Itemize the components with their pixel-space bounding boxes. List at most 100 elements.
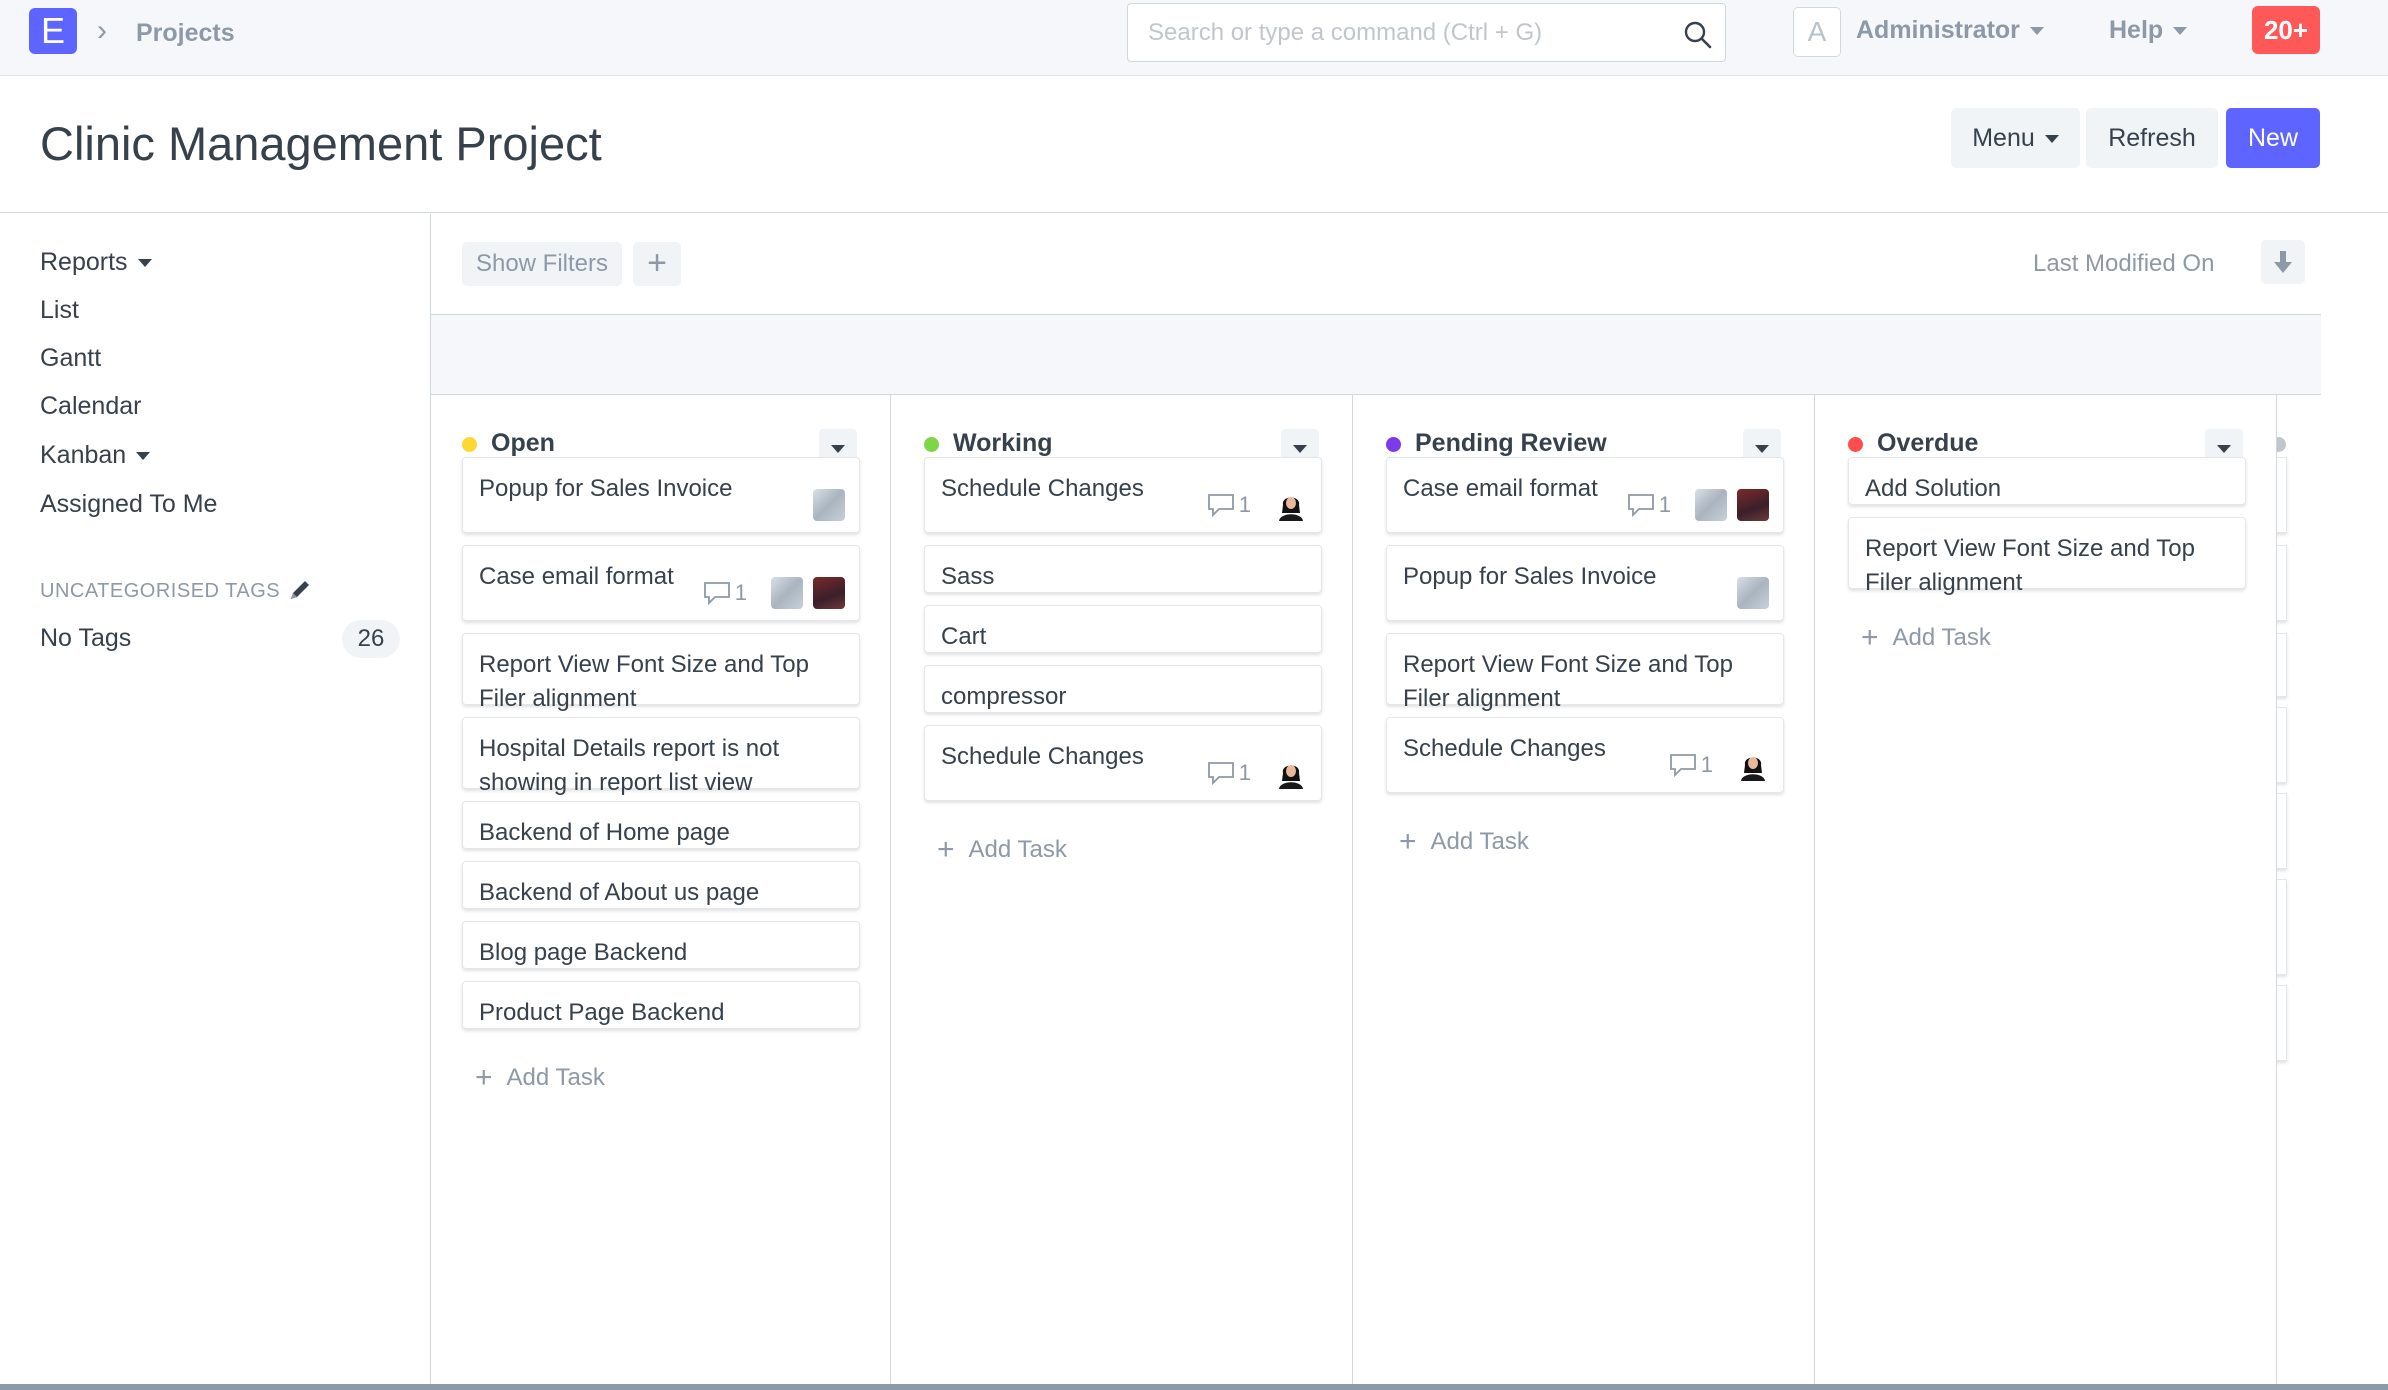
card-title: Cart [941, 623, 987, 650]
kanban-card[interactable]: Schedule Changes 1 [1386, 717, 1784, 793]
kanban-card[interactable]: Schedule Changes 1 [924, 457, 1322, 533]
sidebar-item-kanban[interactable]: Kanban [40, 441, 151, 470]
card-meta: 1 [1207, 756, 1307, 790]
main-content: Show Filters + Last Modified On Open Popu… [431, 214, 2321, 1390]
assignee-avatar[interactable] [813, 489, 845, 521]
filter-bar: Show Filters + Last Modified On [431, 214, 2321, 315]
kanban-card[interactable]: Blog page Backend [462, 921, 860, 969]
person-avatar[interactable] [1737, 749, 1769, 781]
column-title: Working [953, 429, 1053, 457]
menu-button[interactable]: Menu [1951, 108, 2080, 168]
new-button[interactable]: New [2226, 108, 2320, 168]
sort-by-selector[interactable]: Last Modified On [2033, 250, 2214, 278]
kanban-card[interactable]: Hospital Details report is not showing i… [462, 717, 860, 796]
column-color-dot [1386, 437, 1401, 452]
person-avatar[interactable] [1275, 489, 1307, 521]
search-icon[interactable] [1683, 20, 1713, 50]
add-task-button[interactable]: + Add Task [937, 833, 1067, 867]
sidebar-item-reports[interactable]: Reports [40, 248, 152, 277]
sidebar-item-gantt[interactable]: Gantt [40, 344, 101, 373]
person-avatar[interactable] [1275, 757, 1307, 789]
comment-count[interactable]: 1 [1669, 752, 1713, 778]
app-logo[interactable]: E [29, 8, 77, 54]
comment-count[interactable]: 1 [1627, 492, 1671, 518]
comment-count[interactable]: 1 [1207, 760, 1251, 786]
comment-icon [1627, 494, 1654, 517]
kanban-column-working: Working Schedule Changes 1 Sass Cart compress… [893, 395, 1353, 1390]
sidebar-item-label: Kanban [40, 441, 127, 469]
add-task-label: Add Task [1430, 828, 1529, 855]
kanban-card[interactable]: Backend of About us page [462, 861, 860, 909]
kanban-board: Open Popup for Sales Invoice Case email fo… [431, 395, 2321, 1390]
comment-count-value: 1 [1658, 492, 1671, 517]
assignee-avatar[interactable] [1737, 489, 1769, 521]
card-meta [1737, 576, 1769, 610]
kanban-card[interactable]: Product Page Backend [462, 981, 860, 1029]
column-color-dot [924, 437, 939, 452]
plus-icon: + [475, 1061, 493, 1094]
sidebar-item-label: Reports [40, 248, 128, 276]
kanban-card[interactable]: Backend of Home page [462, 801, 860, 849]
column-title: Open [491, 429, 555, 457]
search-box [1127, 3, 1726, 62]
card-title: Popup for Sales Invoice [479, 475, 733, 502]
caret-down-icon [2029, 27, 2044, 36]
card-title: Report View Font Size and Top Filer alig… [479, 651, 809, 712]
kanban-card[interactable]: Cart [924, 605, 1322, 653]
chevron-right-icon: › [97, 14, 107, 47]
breadcrumb-projects[interactable]: Projects [136, 19, 235, 48]
comment-count-value: 1 [734, 580, 747, 605]
kanban-card[interactable]: compressor [924, 665, 1322, 713]
sidebar-item-assigned-to-me[interactable]: Assigned To Me [40, 490, 217, 519]
kanban-card[interactable]: Report View Font Size and Top Filer alig… [1848, 517, 2246, 596]
add-task-label: Add Task [506, 1064, 605, 1091]
assignee-avatar[interactable] [1695, 489, 1727, 521]
user-menu-dropdown[interactable]: Administrator [1856, 16, 2044, 45]
add-task-button[interactable]: + Add Task [1399, 825, 1529, 859]
card-meta: 1 [703, 576, 845, 610]
kanban-card[interactable]: Report View Font Size and Top Filer alig… [462, 633, 860, 712]
add-filter-button[interactable]: + [633, 242, 681, 286]
search-input[interactable] [1128, 4, 1668, 61]
comment-count[interactable]: 1 [1207, 492, 1251, 518]
help-menu-label: Help [2109, 16, 2164, 44]
comment-count-value: 1 [1700, 752, 1713, 777]
page-title: Clinic Management Project [40, 117, 602, 170]
window-bottom-edge [0, 1384, 2388, 1390]
kanban-column-open: Open Popup for Sales Invoice Case email fo… [431, 395, 891, 1390]
caret-down-icon [136, 452, 151, 461]
show-filters-button[interactable]: Show Filters [462, 242, 622, 286]
user-avatar[interactable]: A [1793, 7, 1841, 57]
assignee-avatar[interactable] [813, 577, 845, 609]
pencil-icon[interactable] [287, 577, 313, 603]
comment-icon [1207, 494, 1234, 517]
refresh-button[interactable]: Refresh [2086, 108, 2218, 168]
kanban-card[interactable]: Schedule Changes 1 [924, 725, 1322, 801]
card-title: compressor [941, 683, 1067, 710]
assignee-avatar[interactable] [771, 577, 803, 609]
assignee-avatar[interactable] [1737, 577, 1769, 609]
card-title: Backend of Home page [479, 819, 730, 846]
sidebar-item-calendar[interactable]: Calendar [40, 392, 141, 421]
sort-order-button[interactable] [2261, 240, 2305, 284]
kanban-card[interactable]: Case email format 1 [462, 545, 860, 621]
kanban-card[interactable]: Popup for Sales Invoice [1386, 545, 1784, 621]
caret-down-icon [137, 259, 152, 268]
kanban-card[interactable]: Case email format 1 [1386, 457, 1784, 533]
comment-icon [1207, 762, 1234, 785]
add-task-label: Add Task [968, 836, 1067, 863]
kanban-card[interactable]: Report View Font Size and Top Filer alig… [1386, 633, 1784, 712]
comment-count-value: 1 [1238, 760, 1251, 785]
kanban-card[interactable]: Add Solution [1848, 457, 2246, 505]
add-task-button[interactable]: + Add Task [475, 1061, 605, 1095]
sidebar-item-list[interactable]: List [40, 296, 79, 325]
help-menu-dropdown[interactable]: Help [2109, 16, 2188, 45]
notifications-badge[interactable]: 20+ [2252, 6, 2320, 54]
card-title: Report View Font Size and Top Filer alig… [1403, 651, 1733, 712]
comment-count[interactable]: 1 [703, 580, 747, 606]
add-task-button[interactable]: + Add Task [1861, 621, 1991, 655]
kanban-card[interactable]: Popup for Sales Invoice [462, 457, 860, 533]
kanban-card[interactable]: Sass [924, 545, 1322, 593]
card-meta: 1 [1669, 748, 1769, 782]
sidebar-tag-no-tags[interactable]: No Tags [40, 624, 131, 653]
